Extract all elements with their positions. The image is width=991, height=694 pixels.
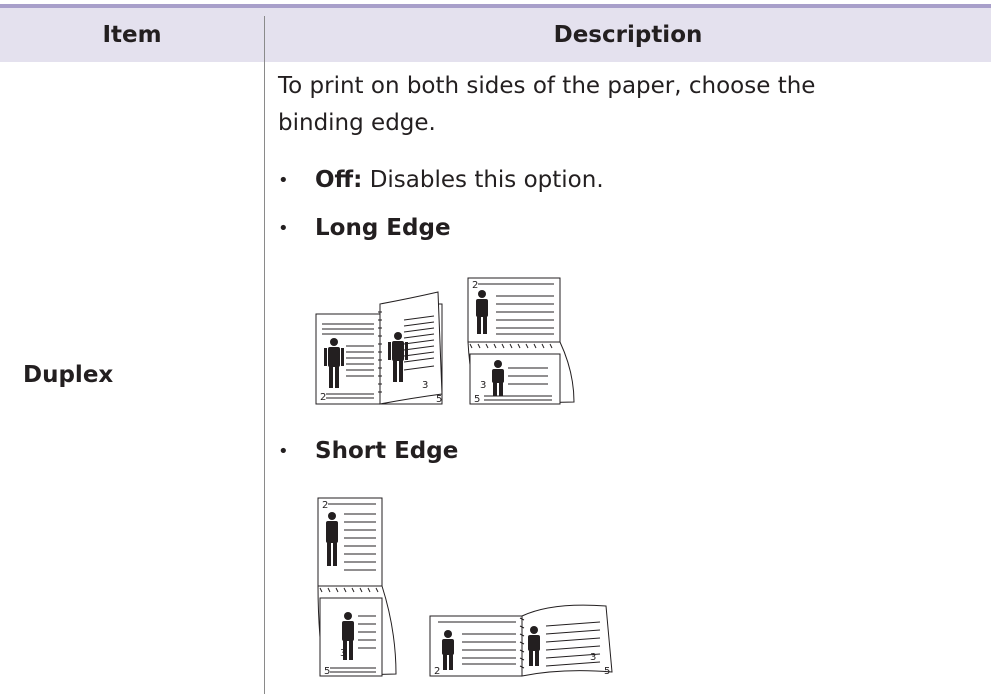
row-item-duplex: Duplex <box>23 362 114 388</box>
header-description: Description <box>553 22 703 48</box>
duplex-table: Item Description Duplex To print on both… <box>0 0 991 694</box>
long-edge-page-2: 2 <box>320 392 326 403</box>
table-header-row: Item Description <box>0 4 991 62</box>
long-edge-flip-pad: 2 3 5 <box>467 277 575 405</box>
column-divider <box>264 62 265 694</box>
short-edge-book-page-2: 2 <box>434 666 440 677</box>
short-edge-flip-pad: 2 3 5 <box>317 497 397 677</box>
option-off-text: Disables this option. <box>362 167 604 193</box>
long-edge-illustration: 2 3 5 2 3 5 <box>312 274 592 410</box>
long-edge-diagram: 2 3 5 2 3 5 <box>315 277 575 405</box>
bullet-icon: • <box>278 170 289 191</box>
option-off-label: Off: <box>315 167 363 193</box>
short-edge-booklet: 2 3 5 <box>429 604 613 677</box>
short-edge-illustration: 2 3 5 2 3 5 <box>312 494 622 690</box>
option-short-edge-label: Short Edge <box>315 438 459 464</box>
short-edge-pad-page-2: 2 <box>322 500 328 511</box>
short-edge-diagram: 2 3 5 2 3 5 <box>317 497 613 677</box>
long-edge-booklet: 2 3 5 <box>315 291 443 405</box>
short-edge-pad-page-3: 3 <box>340 648 346 659</box>
bullet-icon: • <box>278 218 289 239</box>
long-edge-page-3: 3 <box>422 380 428 391</box>
long-edge-pad-page-3: 3 <box>480 380 486 391</box>
header-item: Item <box>102 22 162 48</box>
long-edge-pad-page-5: 5 <box>474 394 480 405</box>
long-edge-pad-page-2: 2 <box>472 280 478 291</box>
long-edge-page-5: 5 <box>436 394 442 405</box>
short-edge-book-page-3: 3 <box>590 652 596 663</box>
row-description: To print on both sides of the paper, cho… <box>278 68 968 464</box>
bullet-icon: • <box>278 441 289 462</box>
short-edge-book-page-5: 5 <box>604 666 610 677</box>
description-intro: To print on both sides of the paper, cho… <box>278 73 816 136</box>
option-long-edge-label: Long Edge <box>315 215 451 241</box>
short-edge-pad-page-5: 5 <box>324 666 330 677</box>
